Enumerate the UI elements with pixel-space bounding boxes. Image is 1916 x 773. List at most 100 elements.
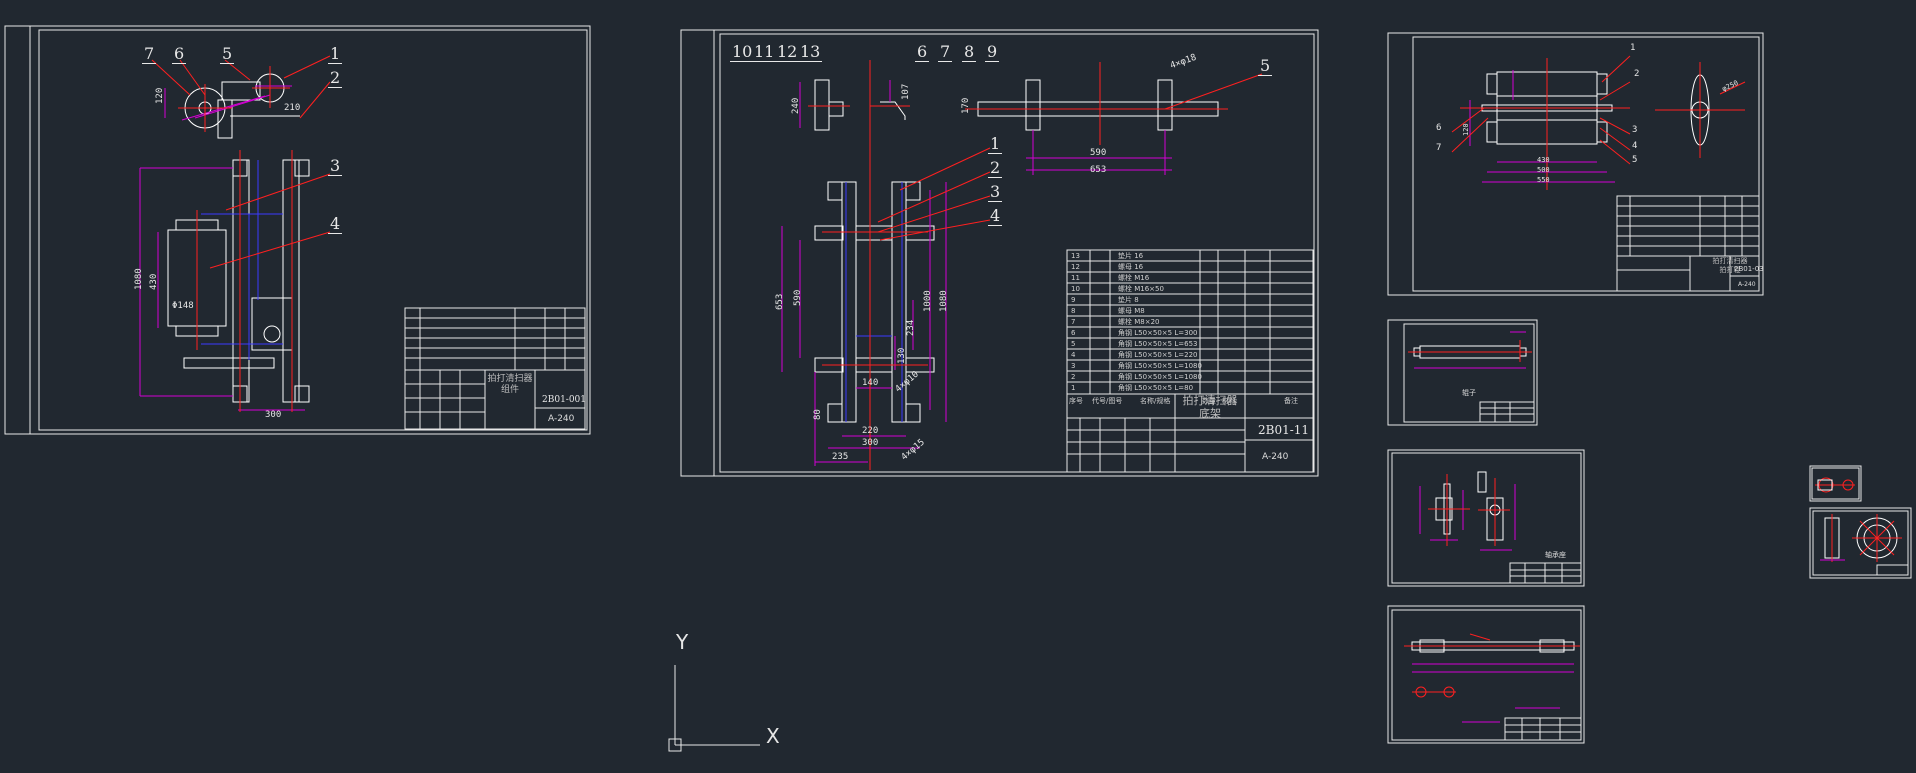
bom-row-no: 5 xyxy=(1071,340,1076,348)
bom-row-name: 角钢 L50×50×5 L=220 xyxy=(1118,351,1198,359)
sheet-4-frame xyxy=(1387,319,1538,426)
bom-row-no: 13 xyxy=(1071,252,1080,260)
bom-row-no: 1 xyxy=(1071,384,1076,392)
balloon-4b: 4 xyxy=(988,206,1003,226)
bom-row-no: 10 xyxy=(1071,285,1080,293)
bom-row-name: 角钢 L50×50×5 L=1080 xyxy=(1118,362,1202,370)
sheet1-size: A-240 xyxy=(548,414,575,424)
bom-row-name: 角钢 L50×50×5 L=80 xyxy=(1118,384,1194,392)
dim-300b: 300 xyxy=(862,438,879,448)
balloon-3b: 3 xyxy=(988,182,1003,202)
dim-590-top: 590 xyxy=(1090,148,1107,158)
bom-row-no: 3 xyxy=(1071,362,1076,370)
balloon-1c: 1 xyxy=(1630,43,1636,53)
dim-235: 235 xyxy=(832,452,849,462)
balloon-3: 3 xyxy=(328,156,343,176)
bom-row-name: 螺栓 M16×50 xyxy=(1118,285,1164,293)
bom-row-no: 9 xyxy=(1071,296,1076,304)
bom-row-no: 11 xyxy=(1071,274,1080,282)
bom-row-name: 角钢 L50×50×5 L=653 xyxy=(1118,340,1198,348)
bom-header-no: 序号 xyxy=(1069,397,1083,405)
ucs-x-label: X xyxy=(766,724,780,748)
balloon-11: 11 xyxy=(752,42,777,62)
bom-header-code: 代号/图号 xyxy=(1092,397,1123,405)
balloon-1b: 1 xyxy=(988,134,1003,154)
balloon-6b: 6 xyxy=(915,42,930,62)
bom-row-no: 6 xyxy=(1071,329,1076,337)
balloon-1: 1 xyxy=(328,44,343,64)
dim-234: 234 xyxy=(906,319,916,336)
sheet3-size: A-240 xyxy=(1738,281,1756,288)
bom-row-no: 8 xyxy=(1071,307,1076,315)
balloon-7: 7 xyxy=(142,44,157,64)
dim-550c: 550 xyxy=(1537,176,1550,184)
dim-phi148: Φ148 xyxy=(172,301,194,311)
bom-row-no: 12 xyxy=(1071,263,1080,271)
dim-1080: 1080 xyxy=(134,268,144,290)
bom-row-name: 螺栓 M16 xyxy=(1118,274,1150,282)
dim-430: 430 xyxy=(149,273,159,290)
bom-row-name: 垫片 8 xyxy=(1118,296,1139,304)
bom-row-name: 螺母 16 xyxy=(1118,263,1144,271)
bom-row-name: 垫片 16 xyxy=(1118,252,1144,260)
balloon-8b: 8 xyxy=(962,42,977,62)
bom-row-no: 7 xyxy=(1071,318,1076,326)
dim-120: 120 xyxy=(155,87,165,104)
balloon-6: 6 xyxy=(172,44,187,64)
dim-220: 220 xyxy=(862,426,879,436)
dim-1080: 1080 xyxy=(939,290,949,312)
dim-130: 130 xyxy=(897,347,907,364)
dim-430c: 430 xyxy=(1537,156,1550,164)
balloon-10: 10 xyxy=(730,42,755,62)
dim-140: 140 xyxy=(862,378,879,388)
balloon-2b: 2 xyxy=(988,158,1003,178)
balloon-5: 5 xyxy=(220,44,235,64)
sheet3-code: 2B01-03 xyxy=(1734,265,1764,273)
bom-row-no: 4 xyxy=(1071,351,1076,359)
sheet2-size: A-240 xyxy=(1262,452,1289,462)
balloon-7b: 7 xyxy=(938,42,953,62)
dim-210: 210 xyxy=(284,103,301,113)
balloon-12: 12 xyxy=(775,42,800,62)
sheet1-title: 拍打清扫器 组件 xyxy=(487,374,533,395)
bom-row-name: 角钢 L50×50×5 L=300 xyxy=(1118,329,1198,337)
dim-1000: 1000 xyxy=(923,290,933,312)
cad-drawing-canvas[interactable] xyxy=(0,0,1916,773)
balloon-6c: 6 xyxy=(1436,123,1442,133)
ucs-y-label: Y xyxy=(676,630,689,654)
sheet2-code: 2B01-11 xyxy=(1258,423,1310,437)
balloon-5b: 5 xyxy=(1258,56,1273,76)
dim-107: 107 xyxy=(901,83,911,100)
dim-653-top: 653 xyxy=(1090,165,1107,175)
dim-500c: 500 xyxy=(1537,166,1550,174)
dim-240: 240 xyxy=(791,97,801,114)
sheet1-code: 2B01-001 xyxy=(542,395,587,405)
balloon-2c: 2 xyxy=(1634,69,1640,79)
bom-row-no: 2 xyxy=(1071,373,1076,381)
sheet4-caption: 辊子 xyxy=(1462,389,1476,397)
balloon-5c: 5 xyxy=(1632,155,1638,165)
balloon-13: 13 xyxy=(798,42,823,62)
balloon-4: 4 xyxy=(328,214,343,234)
balloon-4c: 4 xyxy=(1632,141,1638,151)
sheet2-title: 拍打清扫器 底架 xyxy=(1182,394,1238,420)
sheet-1-assembly xyxy=(4,25,591,435)
bom-row-name: 角钢 L50×50×5 L=1080 xyxy=(1118,373,1202,381)
ucs-icon xyxy=(668,665,760,752)
sheet5-caption: 轴承座 xyxy=(1545,551,1566,559)
dim-170: 170 xyxy=(961,97,971,114)
bom-row-name: 螺母 M8 xyxy=(1118,307,1145,315)
balloon-9b: 9 xyxy=(985,42,1000,62)
dim-653-side: 653 xyxy=(775,293,785,310)
bom-header-name: 名称/规格 xyxy=(1140,397,1171,405)
dim-80: 80 xyxy=(813,409,823,420)
bom-header-note: 备注 xyxy=(1284,397,1298,405)
dim-120c: 120 xyxy=(1462,123,1470,136)
dim-590-side: 590 xyxy=(793,289,803,306)
dim-300: 300 xyxy=(265,410,282,420)
bom-row-name: 螺栓 M8×20 xyxy=(1118,318,1160,326)
balloon-7c: 7 xyxy=(1436,143,1442,153)
sheet-5-frame xyxy=(1387,449,1585,587)
balloon-2: 2 xyxy=(328,68,343,88)
balloon-3c: 3 xyxy=(1632,125,1638,135)
